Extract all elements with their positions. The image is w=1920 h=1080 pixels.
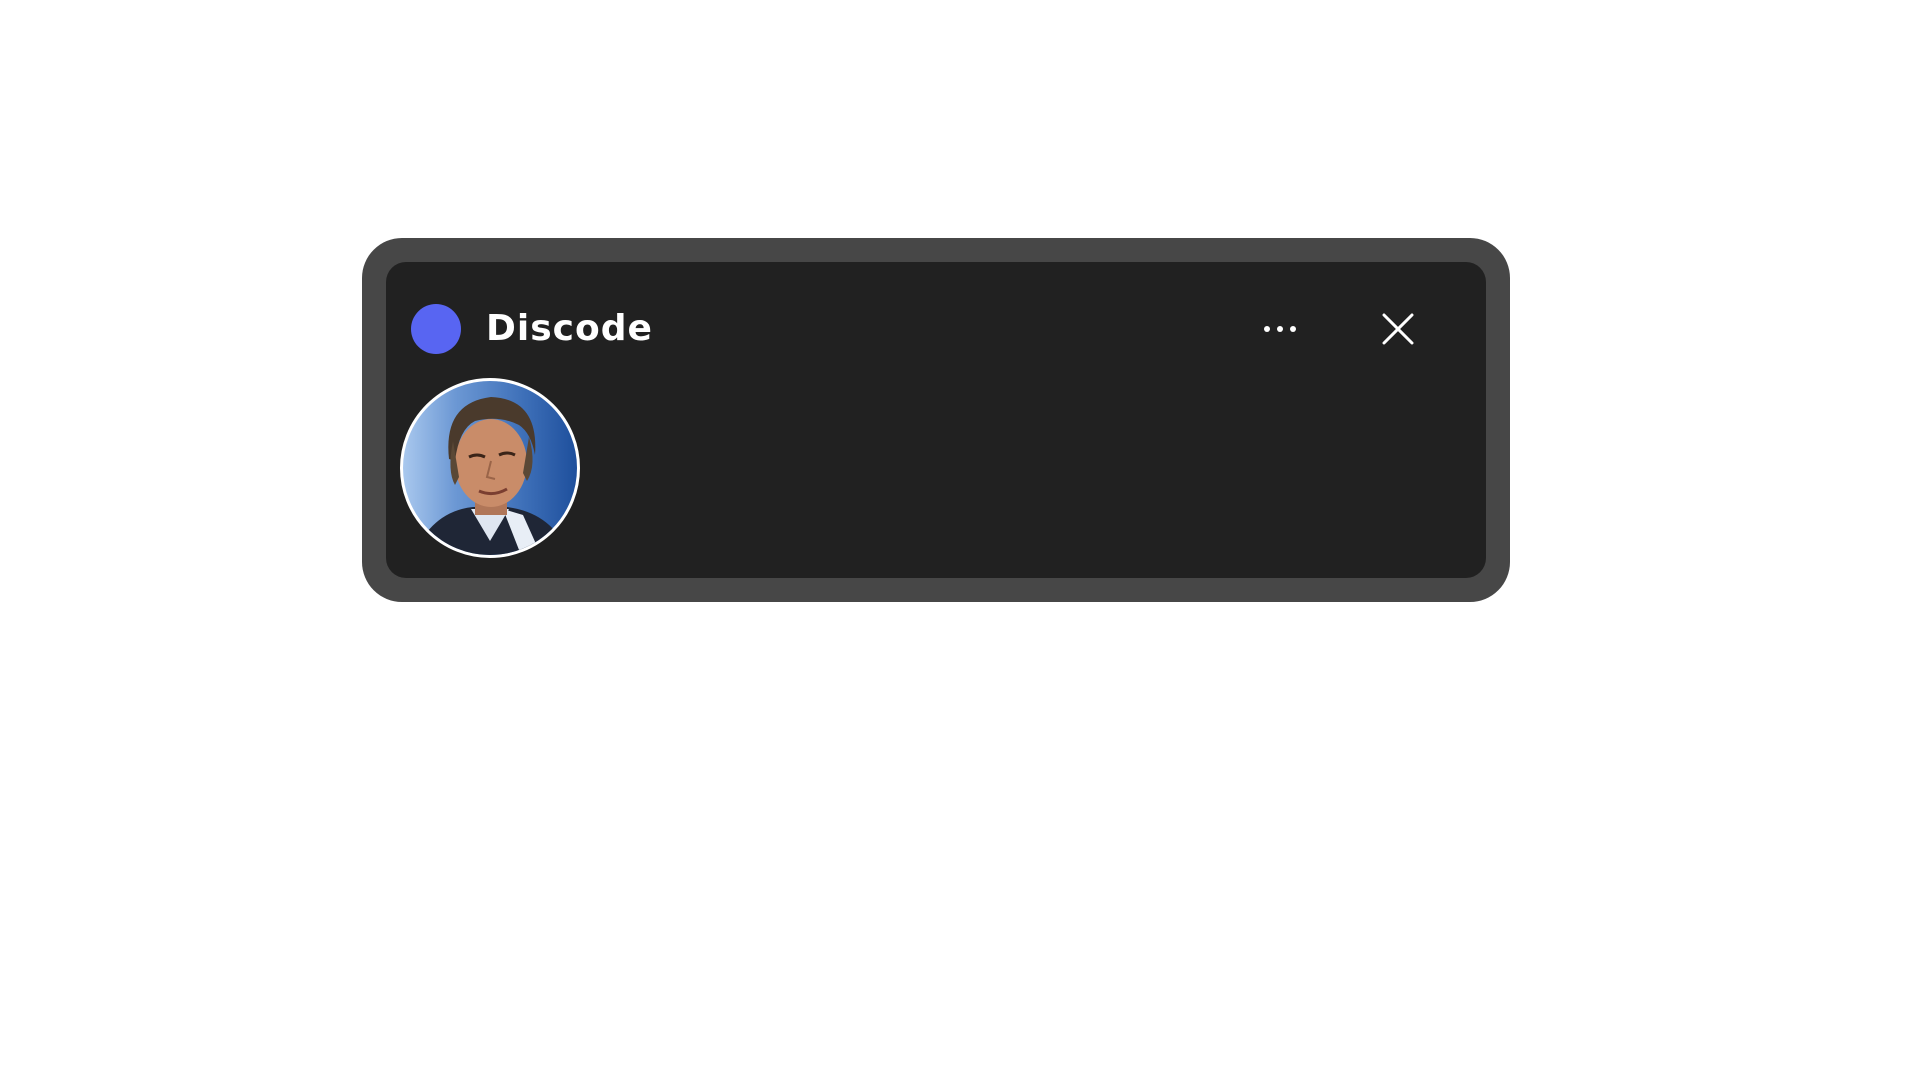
app-logo-icon bbox=[411, 304, 461, 354]
more-dot-icon bbox=[1290, 326, 1296, 332]
participant-avatar[interactable] bbox=[400, 378, 580, 558]
voice-widget-panel: Discode bbox=[386, 262, 1486, 578]
close-icon bbox=[1382, 313, 1414, 345]
close-button[interactable] bbox=[1373, 304, 1423, 354]
user-avatar-photo-icon bbox=[413, 397, 569, 555]
more-options-button[interactable] bbox=[1250, 304, 1310, 354]
voice-widget-frame: Discode bbox=[362, 238, 1510, 602]
app-title: Discode bbox=[486, 308, 653, 349]
more-dot-icon bbox=[1277, 326, 1283, 332]
more-dot-icon bbox=[1264, 326, 1270, 332]
